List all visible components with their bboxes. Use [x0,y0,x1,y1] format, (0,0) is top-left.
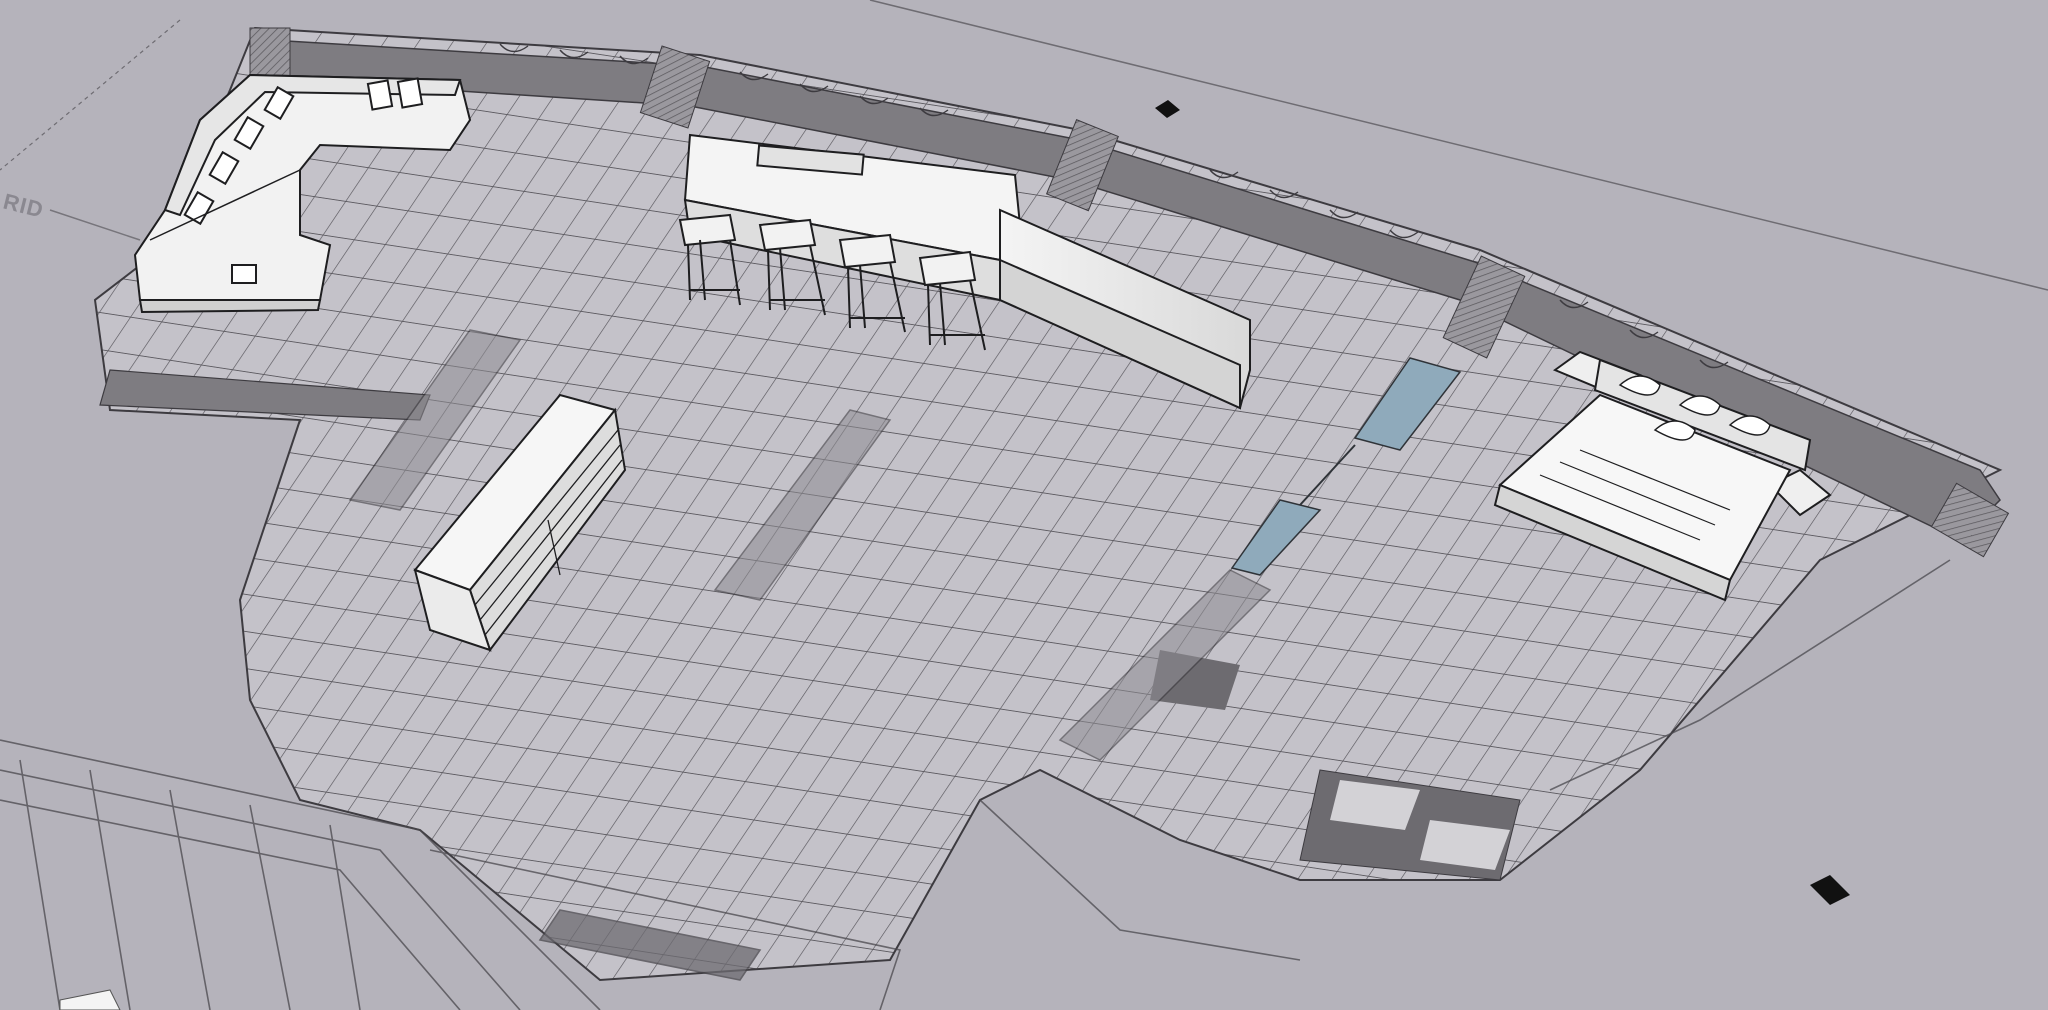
sofa-cushion [366,79,394,111]
column-hatched [249,27,291,79]
scene-canvas[interactable]: RID [0,0,2048,1010]
lower-object [59,989,121,1010]
grid-label: RID [1,189,47,223]
sofa-plinth [138,299,322,314]
sofa-cushion [396,77,424,109]
section-marker [1155,100,1180,118]
side-table [231,264,257,284]
3d-modeling-viewport[interactable]: RID [0,0,2048,1010]
grid-line-marker [49,209,141,241]
section-marker [1810,875,1850,905]
construction-line-dashed [0,19,181,171]
